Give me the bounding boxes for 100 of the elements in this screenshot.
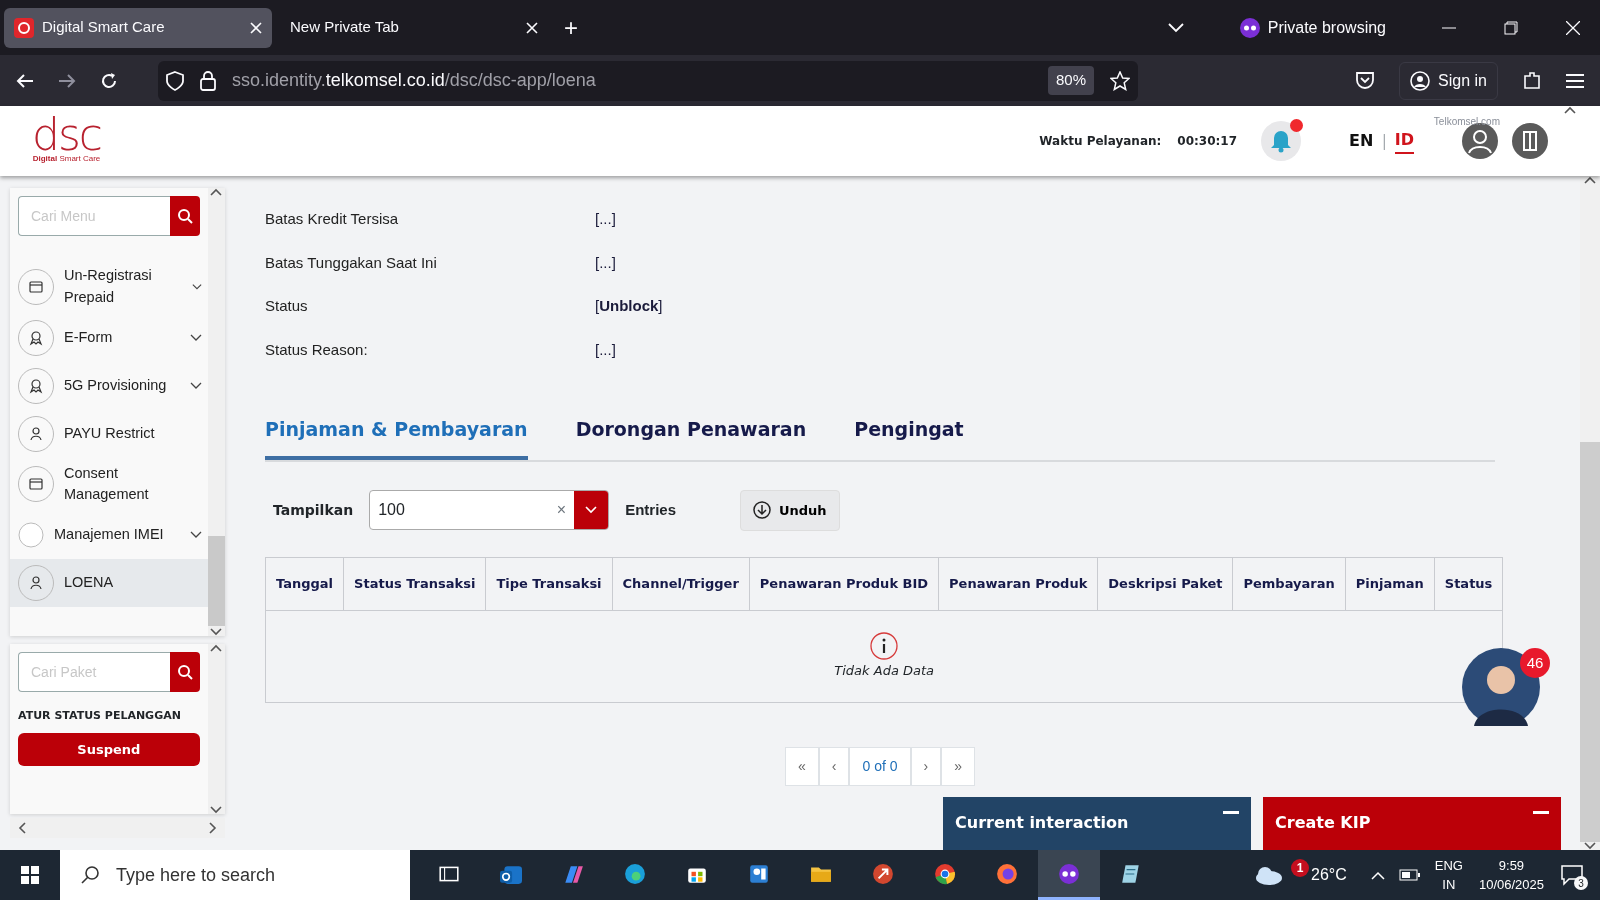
tab-title: New Private Tab xyxy=(290,17,400,38)
download-button[interactable]: Unduh xyxy=(740,489,840,531)
sidebar-item[interactable]: PAYU Restrict xyxy=(10,409,208,458)
field-label: Batas Tunggakan Saat Ini xyxy=(265,252,438,273)
search-button[interactable] xyxy=(169,652,200,692)
minimize-icon[interactable] xyxy=(1533,811,1549,815)
tab[interactable]: Pengingat xyxy=(854,415,964,460)
sidebar-item[interactable]: Manajemen IMEI xyxy=(10,511,208,559)
input-language[interactable]: ENG xyxy=(1434,855,1463,875)
input-region[interactable]: IN xyxy=(1442,875,1456,895)
zoom-level-button[interactable]: 80% xyxy=(1047,66,1094,95)
scroll-left-icon[interactable] xyxy=(18,822,26,834)
battery-icon xyxy=(1398,869,1421,881)
column-header[interactable]: Tanggal xyxy=(265,557,344,610)
shield-icon xyxy=(166,70,184,91)
column-header[interactable]: Status xyxy=(1434,557,1503,610)
sign-in-button[interactable]: Sign in xyxy=(1399,61,1498,100)
tab-title: Digital Smart Care xyxy=(42,17,166,38)
column-header[interactable]: Status Transaksi xyxy=(343,557,486,610)
column-header[interactable]: Pinjaman xyxy=(1345,557,1435,610)
search-icon xyxy=(80,865,100,885)
column-header[interactable]: Penawaran Produk BID xyxy=(749,557,939,610)
sidebar-item[interactable]: E-Form xyxy=(10,313,208,362)
restore-icon[interactable] xyxy=(1504,20,1518,35)
search-field[interactable]: Cari Paket xyxy=(18,652,170,692)
chevron-down-icon[interactable] xyxy=(189,531,202,539)
scroll-up-icon[interactable] xyxy=(210,644,223,652)
pocket-icon[interactable] xyxy=(1355,71,1376,90)
extensions-icon[interactable] xyxy=(1522,70,1542,91)
logout-icon[interactable] xyxy=(1512,123,1548,159)
close-icon[interactable] xyxy=(250,21,262,34)
notification-center-icon[interactable] xyxy=(1560,864,1584,886)
info-icon xyxy=(869,631,900,662)
award-icon xyxy=(28,377,44,394)
previous-page-button[interactable]: ‹ xyxy=(818,746,850,786)
scroll-up-icon[interactable] xyxy=(1564,106,1576,114)
reload-icon[interactable] xyxy=(100,71,118,90)
remote-desktop-icon[interactable] xyxy=(871,862,895,885)
back-icon[interactable] xyxy=(16,72,34,89)
chevron-down-icon[interactable] xyxy=(189,381,202,390)
cloud-icon[interactable] xyxy=(1253,864,1283,886)
close-icon[interactable] xyxy=(526,21,538,34)
scroll-down-icon[interactable] xyxy=(1584,842,1596,850)
browser-icon[interactable] xyxy=(623,862,647,885)
panel-header[interactable]: Create KIP xyxy=(1263,797,1561,850)
column-header[interactable]: Penawaran Produk xyxy=(938,557,1098,610)
column-header[interactable]: Deskripsi Paket xyxy=(1097,557,1233,610)
clock-date[interactable]: 10/06/2025 xyxy=(1478,875,1544,895)
scroll-up-icon[interactable] xyxy=(210,188,223,196)
clock-time[interactable]: 9:59 xyxy=(1498,855,1525,875)
chevron-down-icon[interactable] xyxy=(189,333,202,342)
first-page-button[interactable]: « xyxy=(785,746,819,786)
award-icon xyxy=(28,329,44,346)
taskbar-button[interactable] xyxy=(1038,850,1100,900)
clear-icon[interactable]: × xyxy=(548,498,575,523)
column-header[interactable]: Pembayaran xyxy=(1232,557,1346,610)
column-header[interactable]: Tipe Transaksi xyxy=(485,557,613,610)
taskbar-search-field[interactable]: Type here to search xyxy=(60,850,410,900)
browser-tab[interactable]: Digital Smart Care xyxy=(4,7,272,48)
scroll-down-icon[interactable] xyxy=(210,806,223,814)
scroll-right-icon[interactable] xyxy=(209,822,217,834)
last-page-button[interactable]: » xyxy=(941,746,975,786)
chevron-down-icon[interactable] xyxy=(191,282,202,291)
language-option[interactable]: EN xyxy=(1349,129,1374,153)
minimize-icon[interactable] xyxy=(1223,811,1239,815)
search-field[interactable]: Cari Menu xyxy=(18,196,170,236)
notification-button[interactable] xyxy=(1261,121,1302,161)
sidebar-item[interactable]: Un-Registrasi Prepaid xyxy=(10,260,208,314)
new-tab-button[interactable]: + xyxy=(556,9,586,46)
star-icon[interactable] xyxy=(1110,70,1130,91)
scroll-down-icon[interactable] xyxy=(210,628,223,636)
notification-badge: 46 xyxy=(1520,648,1550,678)
private-browsing-label: Private browsing xyxy=(1267,17,1386,38)
field-label: Status Reason: xyxy=(265,339,369,360)
close-icon[interactable] xyxy=(1566,20,1580,35)
browser-tab[interactable]: New Private Tab xyxy=(280,7,548,48)
sidebar-item[interactable]: 5G Provisioning xyxy=(10,361,208,410)
menu-icon[interactable] xyxy=(1566,73,1584,88)
field-label: Status xyxy=(265,296,309,316)
tab[interactable]: Dorongan Penawaran xyxy=(575,415,807,460)
sidebar-item[interactable]: Consent Management xyxy=(10,457,208,511)
tab[interactable]: Pinjaman & Pembayaran xyxy=(265,415,528,460)
sidebar-item[interactable]: LOENA xyxy=(10,559,208,607)
scrollbar-thumb[interactable] xyxy=(207,536,225,626)
scroll-up-icon[interactable] xyxy=(1584,176,1596,184)
service-time: 00:30:17 xyxy=(1177,133,1238,150)
forward-icon[interactable] xyxy=(58,72,76,89)
search-icon xyxy=(176,664,193,680)
column-header[interactable]: Channel/Trigger xyxy=(612,557,750,610)
search-button[interactable] xyxy=(169,196,200,236)
user-icon[interactable] xyxy=(1462,123,1498,159)
language-option[interactable]: ID xyxy=(1394,128,1414,154)
address-field[interactable]: sso.identity.telkomsel.co.id/dsc/dsc-app/loena xyxy=(232,67,1032,94)
suspend-button[interactable]: Suspend xyxy=(18,732,200,766)
next-page-button[interactable]: › xyxy=(910,746,942,786)
chevron-up-icon[interactable] xyxy=(1370,870,1385,880)
scrollbar-thumb[interactable] xyxy=(1580,442,1600,842)
panel-header[interactable]: Current interaction xyxy=(943,797,1251,850)
contacts-icon[interactable] xyxy=(747,862,771,885)
entries-select[interactable]: 100 × xyxy=(369,490,610,531)
